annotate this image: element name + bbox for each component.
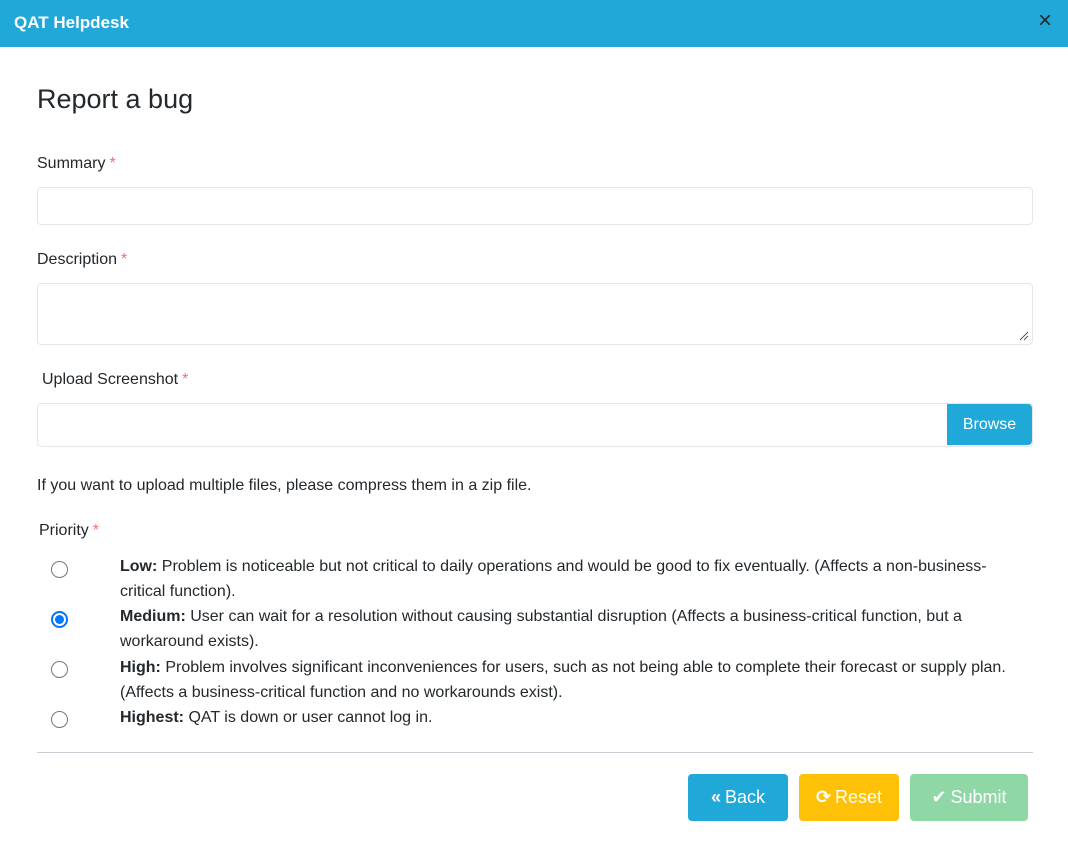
priority-description: QAT is down or user cannot log in. xyxy=(184,709,433,726)
modal-header: QAT Helpdesk × xyxy=(0,0,1068,47)
browse-button[interactable]: Browse xyxy=(947,404,1032,445)
priority-radio-medium[interactable] xyxy=(51,611,68,628)
back-button[interactable]: «Back xyxy=(688,774,788,821)
priority-label: Priority * xyxy=(39,522,99,540)
back-label: Back xyxy=(724,787,766,807)
refresh-icon: ⟳ xyxy=(815,787,832,807)
summary-label: Summary * xyxy=(37,155,116,173)
priority-radio-highest[interactable] xyxy=(51,711,68,728)
priority-name: Highest: xyxy=(120,709,184,726)
priority-radio-high[interactable] xyxy=(51,661,68,678)
close-icon[interactable]: × xyxy=(1034,8,1056,34)
priority-option-highest: Highest: QAT is down or user cannot log … xyxy=(120,705,1020,730)
reset-label: Reset xyxy=(835,787,883,807)
priority-description: User can wait for a resolution without c… xyxy=(120,608,962,650)
upload-label: Upload Screenshot * xyxy=(42,371,188,389)
priority-radio-low[interactable] xyxy=(51,561,68,578)
required-marker: * xyxy=(121,251,128,268)
divider xyxy=(37,752,1033,753)
priority-label-text: Priority xyxy=(39,522,89,539)
description-label-text: Description xyxy=(37,251,118,268)
priority-name: Medium: xyxy=(120,608,186,625)
required-marker: * xyxy=(92,522,100,539)
priority-description: Problem is noticeable but not critical t… xyxy=(120,558,987,600)
summary-input[interactable] xyxy=(37,187,1033,225)
check-icon: ✔ xyxy=(931,787,947,807)
reset-button[interactable]: ⟳ Reset xyxy=(799,774,899,821)
priority-name: Low: xyxy=(120,558,158,575)
description-label: Description * xyxy=(37,251,127,269)
upload-hint: If you want to upload multiple files, pl… xyxy=(37,477,532,494)
priority-option-low: Low: Problem is noticeable but not criti… xyxy=(120,554,1020,604)
priority-option-medium: Medium: User can wait for a resolution w… xyxy=(120,604,1020,654)
priority-option-high: High: Problem involves significant incon… xyxy=(120,655,1020,705)
priority-name: High: xyxy=(120,659,161,676)
double-chevron-left-icon: « xyxy=(710,787,721,807)
page-title: Report a bug xyxy=(37,84,194,114)
required-marker: * xyxy=(182,371,189,388)
submit-label: Submit xyxy=(950,787,1007,807)
submit-button[interactable]: ✔ Submit xyxy=(910,774,1028,821)
description-textarea[interactable] xyxy=(37,283,1033,345)
summary-label-text: Summary xyxy=(37,155,106,172)
resize-grip-icon[interactable] xyxy=(1019,331,1029,341)
priority-description: Problem involves significant inconvenien… xyxy=(120,659,1006,701)
file-input[interactable] xyxy=(37,403,1033,447)
required-marker: * xyxy=(109,155,116,172)
app-title: QAT Helpdesk xyxy=(14,13,129,32)
upload-label-text: Upload Screenshot xyxy=(42,371,179,388)
